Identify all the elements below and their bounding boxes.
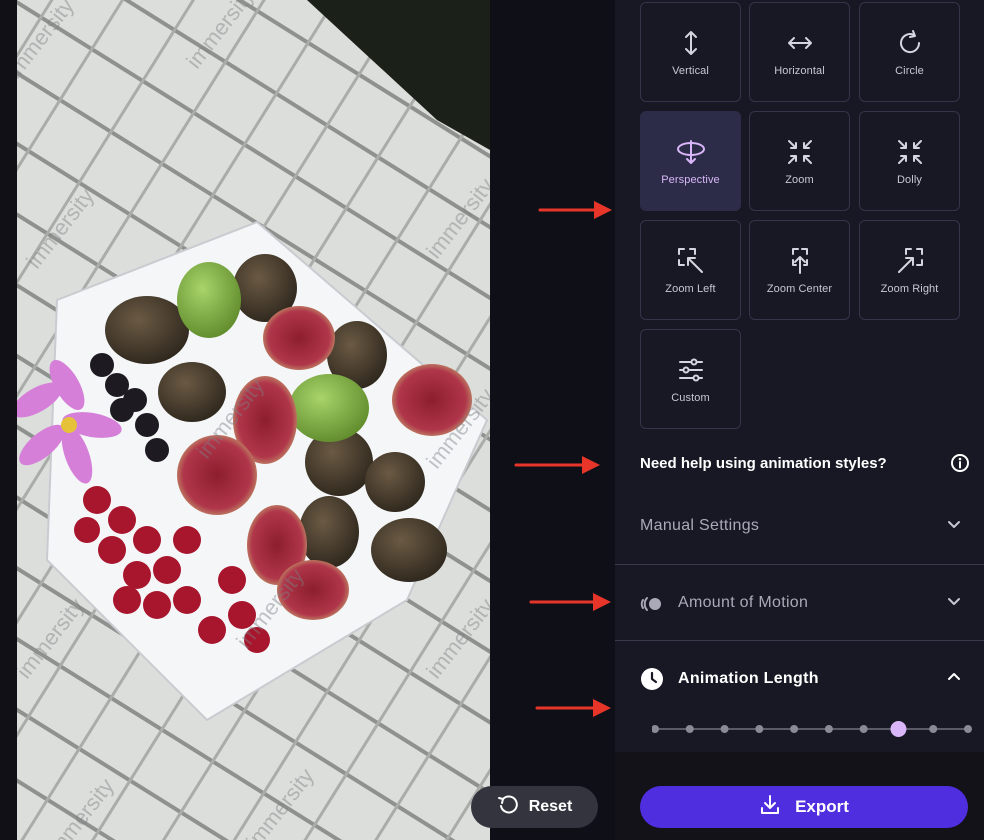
style-label: Perspective — [661, 174, 720, 186]
export-button[interactable]: Export — [640, 786, 968, 828]
circle-arrow-icon — [896, 27, 924, 59]
slider-thumb[interactable] — [890, 721, 907, 737]
slider-step-dot[interactable] — [720, 725, 729, 733]
style-zoom[interactable]: Zoom — [749, 111, 850, 211]
section-title: Animation Length — [678, 670, 819, 687]
annotation-arrow-icon — [538, 201, 612, 219]
zoom-left-icon — [676, 245, 706, 277]
clock-icon — [640, 667, 664, 691]
annotation-arrow-icon — [514, 456, 600, 474]
slider-step-dot[interactable] — [929, 725, 938, 733]
animation-length-slider[interactable] — [652, 715, 972, 745]
perspective-orbit-icon — [675, 136, 707, 168]
style-horizontal[interactable]: Horizontal — [749, 2, 850, 102]
manual-settings-section[interactable]: Manual Settings — [615, 508, 984, 544]
style-label: Zoom — [785, 174, 814, 186]
style-label: Vertical — [672, 65, 709, 77]
chevron-down-icon — [946, 593, 962, 614]
fruit-plate-photo: immersity immersity immersity immersity … — [17, 0, 490, 840]
style-label: Zoom Center — [766, 283, 833, 295]
style-custom[interactable]: Custom — [640, 329, 741, 429]
slider-step-dot[interactable] — [790, 725, 799, 733]
style-dolly[interactable]: Dolly — [859, 111, 960, 211]
slider-step-dot[interactable] — [824, 725, 833, 733]
section-title: Amount of Motion — [678, 594, 809, 611]
style-label: Custom — [671, 392, 710, 404]
chevron-up-icon — [946, 669, 962, 690]
style-label: Zoom Right — [880, 283, 939, 295]
annotation-arrow-icon — [529, 593, 611, 611]
motion-icon — [640, 593, 664, 613]
settings-panel: Vertical Horizontal Circle Perspective Z… — [615, 0, 984, 752]
chevron-down-icon — [946, 516, 962, 537]
amount-of-motion-section[interactable]: Amount of Motion — [615, 585, 984, 621]
zoom-right-icon — [895, 245, 925, 277]
vertical-arrows-icon — [679, 27, 703, 59]
style-circle[interactable]: Circle — [859, 2, 960, 102]
slider-step-dot[interactable] — [964, 725, 972, 733]
section-divider — [615, 640, 984, 641]
preview-image: immersity immersity immersity immersity … — [17, 0, 490, 840]
style-zoom-left[interactable]: Zoom Left — [640, 220, 741, 320]
help-text: Need help using animation styles? — [640, 454, 887, 472]
left-edge — [0, 0, 17, 840]
dolly-icon — [895, 136, 925, 168]
section-title: Manual Settings — [640, 517, 760, 534]
slider-step-dot[interactable] — [685, 725, 694, 733]
download-icon — [759, 794, 781, 821]
info-icon[interactable] — [950, 453, 970, 473]
animation-length-section[interactable]: Animation Length — [615, 661, 984, 697]
animation-styles-help[interactable]: Need help using animation styles? — [640, 448, 970, 478]
undo-icon — [497, 794, 519, 821]
reset-label: Reset — [528, 798, 573, 815]
style-vertical[interactable]: Vertical — [640, 2, 741, 102]
style-label: Zoom Left — [665, 283, 716, 295]
slider-step-dot[interactable] — [859, 725, 868, 733]
export-label: Export — [795, 797, 849, 816]
zoom-center-icon — [785, 245, 815, 277]
style-label: Horizontal — [774, 65, 825, 77]
horizontal-arrows-icon — [786, 27, 814, 59]
section-heading: Amount of Motion — [640, 593, 808, 613]
style-zoom-right[interactable]: Zoom Right — [859, 220, 960, 320]
section-divider — [615, 564, 984, 565]
style-zoom-center[interactable]: Zoom Center — [749, 220, 850, 320]
zoom-in-icon — [785, 136, 815, 168]
section-heading: Animation Length — [640, 667, 819, 691]
slider-step-dot[interactable] — [652, 725, 659, 733]
reset-button[interactable]: Reset — [471, 786, 598, 828]
style-label: Circle — [895, 65, 924, 77]
slider-track[interactable] — [652, 715, 972, 745]
annotation-arrow-icon — [535, 699, 611, 717]
style-label: Dolly — [897, 174, 922, 186]
slider-step-dot[interactable] — [755, 725, 764, 733]
style-perspective[interactable]: Perspective — [640, 111, 741, 211]
sliders-icon — [677, 354, 705, 386]
